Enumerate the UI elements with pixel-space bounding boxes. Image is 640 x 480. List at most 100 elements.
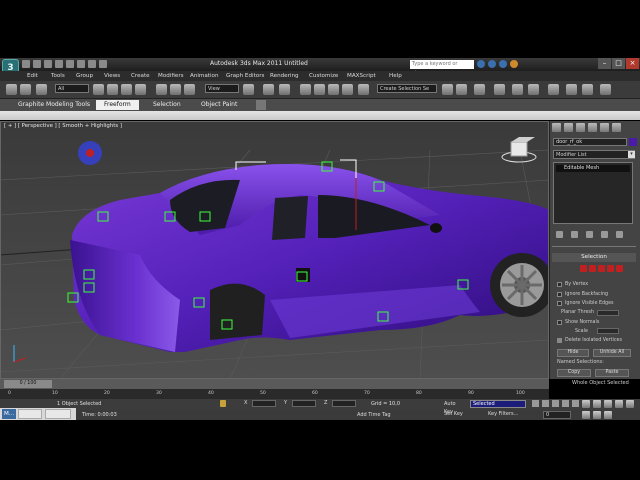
minimize-button[interactable]: – (598, 58, 611, 69)
pin-stack-icon[interactable] (556, 231, 563, 238)
ignore-visible-edges-checkbox[interactable] (557, 301, 562, 306)
spinner-snap-icon[interactable] (342, 84, 353, 95)
zoom-extents-icon[interactable] (604, 400, 612, 408)
add-time-tag[interactable]: Add Time Tag (357, 412, 391, 418)
tab-graphite-modeling-tools[interactable]: Graphite Modeling Tools (18, 100, 90, 110)
undo-toolbar-icon[interactable] (6, 84, 17, 95)
angle-snap-icon[interactable] (314, 84, 325, 95)
x-coord-field[interactable] (252, 400, 276, 407)
menu-views[interactable]: Views (104, 71, 120, 81)
time-slider-track[interactable] (0, 379, 549, 389)
open-file-icon[interactable] (33, 60, 41, 68)
rect-selection-icon[interactable] (121, 84, 132, 95)
search-icon[interactable] (477, 60, 485, 68)
polygon-level-icon[interactable] (607, 265, 614, 272)
project-folder-icon[interactable] (99, 60, 107, 68)
close-button[interactable]: × (626, 58, 639, 69)
trackbar[interactable] (0, 389, 549, 399)
subscription-icon[interactable] (488, 60, 496, 68)
redo-icon[interactable] (66, 60, 74, 68)
render-setup-icon[interactable] (566, 84, 577, 95)
goto-start-icon[interactable] (532, 400, 539, 407)
reference-coord-dropdown[interactable]: View (205, 84, 239, 93)
zoom-extents-all-icon[interactable] (615, 400, 623, 408)
next-frame-icon[interactable] (562, 400, 569, 407)
remove-modifier-icon[interactable] (601, 231, 608, 238)
copy-button[interactable]: Copy (557, 369, 591, 377)
menu-maxscript[interactable]: MAXScript (347, 71, 376, 81)
orbit-icon[interactable] (593, 411, 601, 419)
field-of-view-icon[interactable] (626, 400, 634, 408)
key-filters-button[interactable]: Key Filters... (488, 411, 518, 417)
modifier-list-dropdown[interactable]: Modifier List (553, 150, 635, 159)
fetch-icon[interactable] (88, 60, 96, 68)
hold-icon[interactable] (77, 60, 85, 68)
unhide-all-button[interactable]: Unhide All (593, 349, 631, 357)
menu-tools[interactable]: Tools (51, 71, 65, 81)
time-slider-thumb[interactable]: 0 / 100 (4, 380, 52, 388)
taskbar-item-blank[interactable] (18, 409, 42, 419)
window-crossing-icon[interactable] (135, 84, 146, 95)
mirror-icon[interactable] (442, 84, 453, 95)
hide-button[interactable]: Hide (557, 349, 589, 357)
create-tab-icon[interactable] (552, 123, 561, 132)
menu-group[interactable]: Group (76, 71, 93, 81)
zoom-all-icon[interactable] (593, 400, 601, 408)
menu-create[interactable]: Create (131, 71, 150, 81)
paste-button[interactable]: Paste (595, 369, 629, 377)
menu-edit[interactable]: Edit (27, 71, 38, 81)
favorites-icon[interactable] (499, 60, 507, 68)
new-file-icon[interactable] (22, 60, 30, 68)
edit-named-selection-icon[interactable] (358, 84, 369, 95)
set-key-button[interactable]: Set Key (444, 411, 463, 417)
key-mode-dropdown[interactable]: Selected (470, 400, 526, 408)
show-normals-checkbox[interactable] (557, 320, 562, 325)
pan-icon[interactable] (582, 411, 590, 419)
ribbon-options-icon[interactable] (256, 100, 266, 110)
rendered-frame-icon[interactable] (582, 84, 593, 95)
percent-snap-icon[interactable] (328, 84, 339, 95)
maximize-button[interactable]: □ (612, 58, 625, 69)
edge-level-icon[interactable] (589, 265, 596, 272)
prev-frame-icon[interactable] (542, 400, 549, 407)
curve-editor-icon[interactable] (512, 84, 523, 95)
menu-help[interactable]: Help (389, 71, 402, 81)
display-tab-icon[interactable] (600, 123, 609, 132)
viewport-label[interactable]: [ + ] [ Perspective ] [ Smooth + Highlig… (4, 123, 122, 129)
show-end-result-icon[interactable] (571, 231, 578, 238)
menu-graph-editors[interactable]: Graph Editors (226, 71, 264, 81)
menu-rendering[interactable]: Rendering (270, 71, 299, 81)
vertex-level-icon[interactable] (580, 265, 587, 272)
rotate-icon[interactable] (170, 84, 181, 95)
select-link-icon[interactable] (36, 84, 47, 95)
save-file-icon[interactable] (44, 60, 52, 68)
object-color-swatch[interactable] (629, 138, 637, 146)
ignore-backfacing-checkbox[interactable] (557, 292, 562, 297)
auto-key-button[interactable]: Auto Key (444, 400, 466, 415)
align-icon[interactable] (456, 84, 467, 95)
tab-freeform[interactable]: Freeform (96, 100, 139, 110)
stack-item-editable-mesh[interactable]: Editable Mesh (556, 165, 630, 172)
modify-tab-icon[interactable] (564, 123, 573, 132)
undo-icon[interactable] (55, 60, 63, 68)
taskbar-item-blank[interactable] (45, 409, 71, 419)
tab-object-paint[interactable]: Object Paint (201, 100, 237, 110)
graphite-toggle-icon[interactable] (494, 84, 505, 95)
perspective-viewport[interactable] (0, 121, 549, 379)
delete-isolated-checkbox[interactable] (557, 338, 562, 343)
make-unique-icon[interactable] (586, 231, 593, 238)
selection-filter-dropdown[interactable]: All (55, 84, 89, 93)
scale-icon[interactable] (184, 84, 195, 95)
play-icon[interactable] (552, 400, 559, 407)
taskbar-item[interactable]: M... (2, 409, 16, 419)
current-frame-field[interactable]: 0 (543, 411, 571, 419)
by-vertex-checkbox[interactable] (557, 282, 562, 287)
planar-thresh-spinner[interactable] (597, 310, 619, 316)
goto-end-icon[interactable] (572, 400, 579, 407)
y-coord-field[interactable] (292, 400, 316, 407)
scale-spinner[interactable] (597, 328, 619, 334)
zoom-icon[interactable] (582, 400, 590, 408)
select-by-name-icon[interactable] (107, 84, 118, 95)
face-level-icon[interactable] (598, 265, 605, 272)
motion-tab-icon[interactable] (588, 123, 597, 132)
